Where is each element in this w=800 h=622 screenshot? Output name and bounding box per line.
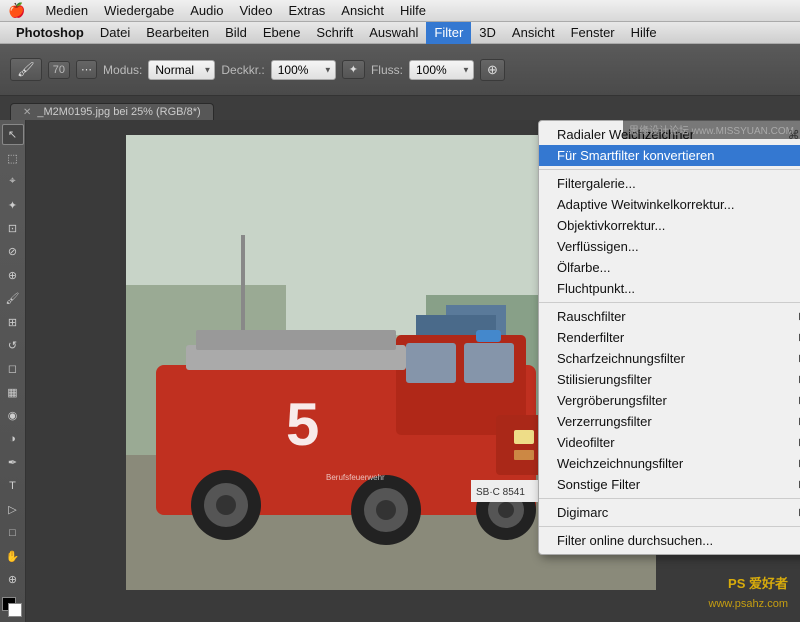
blur-tool[interactable]: ◉ [2, 405, 24, 426]
opacity-select[interactable]: 100% [271, 60, 336, 80]
zoom-tool[interactable]: ⊕ [2, 569, 24, 590]
text-tool[interactable]: T [2, 475, 24, 496]
menu-schrift[interactable]: Schrift [308, 22, 361, 44]
marquee-tool[interactable]: ⬚ [2, 147, 24, 168]
menu-audio[interactable]: Audio [182, 0, 231, 22]
pen-tool[interactable]: ✒ [2, 452, 24, 473]
filter-menu-section-5: Filter online durchsuchen... [539, 527, 800, 554]
gradient-tool[interactable]: ▦ [2, 382, 24, 403]
filter-item-rauschfilter[interactable]: Rauschfilter ▶ [539, 306, 800, 327]
tab-bar: ✕ _M2M0195.jpg bei 25% (RGB/8*) [0, 96, 800, 120]
brush-options-btn[interactable]: ⋯ [76, 60, 97, 79]
history-brush-tool[interactable]: ↺ [2, 335, 24, 356]
opacity-label: Deckkr.: [221, 63, 264, 77]
tab-close[interactable]: ✕ [23, 107, 31, 118]
ps-watermark: PS 爱好者 [728, 573, 788, 592]
menu-filter[interactable]: Filter [426, 22, 471, 44]
filter-menu-section-4: Digimarc ▶ [539, 499, 800, 527]
filter-item-sonstige[interactable]: Sonstige Filter ▶ [539, 474, 800, 495]
app-menubar[interactable]: Photoshop Datei Bearbeiten Bild Ebene Sc… [0, 22, 800, 44]
magic-wand-tool[interactable]: ✦ [2, 194, 24, 215]
flow-label: Fluss: [371, 63, 403, 77]
filter-dropdown-menu: Radialer Weichzeichner ⌘F Für Smartfilte… [538, 120, 800, 555]
filter-item-vergroeberung[interactable]: Vergröberungsfilter ▶ [539, 390, 800, 411]
filter-item-verfluessigen[interactable]: Verflüssigen... [539, 236, 800, 257]
move-tool[interactable]: ↖ [2, 124, 24, 145]
brush-tool[interactable]: 🖌 [2, 288, 24, 309]
app-name[interactable]: Photoshop [8, 22, 92, 44]
healing-tool[interactable]: ⊕ [2, 265, 24, 286]
filter-item-oelfarbe[interactable]: Ölfarbe... [539, 257, 800, 278]
filter-item-digimarc[interactable]: Digimarc ▶ [539, 502, 800, 523]
filter-menu-section-3: Rauschfilter ▶ Renderfilter ▶ Scharfzeic… [539, 303, 800, 499]
filter-item-fluchtpunkt[interactable]: Fluchtpunkt... [539, 278, 800, 299]
menu-3d[interactable]: 3D [471, 22, 504, 44]
dodge-tool[interactable]: ◑ [2, 429, 24, 450]
filter-item-smartfilter[interactable]: Für Smartfilter konvertieren [539, 145, 800, 166]
menu-hilfe[interactable]: Hilfe [392, 0, 434, 22]
flow-select-wrapper[interactable]: 100% [409, 60, 474, 80]
filter-item-videofilter[interactable]: Videofilter ▶ [539, 432, 800, 453]
menu-extras[interactable]: Extras [280, 0, 333, 22]
filter-item-objektiv[interactable]: Objektivkorrektur... [539, 215, 800, 236]
site-label: 思缘设计论坛 www.MISSYUAN.COM [623, 120, 800, 139]
svg-text:Berufsfeuerwehr: Berufsfeuerwehr [326, 473, 385, 482]
main-toolbar: 🖌 70 ⋯ Modus: Normal Deckkr.: 100% ✦ Flu… [0, 44, 800, 96]
mode-label: Modus: [103, 63, 142, 77]
filter-item-filtergalerie[interactable]: Filtergalerie... [539, 173, 800, 194]
mode-select[interactable]: Normal [148, 60, 215, 80]
main-area: 思缘设计论坛 www.MISSYUAN.COM ↖ ⬚ ⌖ ✦ ⊡ ⊘ ⊕ 🖌 … [0, 120, 800, 622]
lasso-tool[interactable]: ⌖ [2, 171, 24, 192]
opacity-airbrush-btn[interactable]: ✦ [342, 60, 365, 79]
filter-item-scharfzeichnung[interactable]: Scharfzeichnungsfilter ▶ [539, 348, 800, 369]
path-selection-tool[interactable]: ▷ [2, 499, 24, 520]
filter-item-verzerrung[interactable]: Verzerrungsfilter ▶ [539, 411, 800, 432]
mode-select-wrapper[interactable]: Normal [148, 60, 215, 80]
tab-title: _M2M0195.jpg bei 25% (RGB/8*) [37, 106, 200, 118]
filter-item-stilisierung[interactable]: Stilisierungsfilter ▶ [539, 369, 800, 390]
airbrush-btn[interactable]: ⊕ [480, 59, 505, 81]
menu-hilfe2[interactable]: Hilfe [623, 22, 665, 44]
filter-item-adaptive[interactable]: Adaptive Weitwinkelkorrektur... [539, 194, 800, 215]
eraser-tool[interactable]: ◻ [2, 358, 24, 379]
filter-item-renderfilter[interactable]: Renderfilter ▶ [539, 327, 800, 348]
clone-tool[interactable]: ⊞ [2, 311, 24, 332]
svg-text:SB·C 8541: SB·C 8541 [476, 487, 525, 498]
canvas-area: 5 SB·C 8541 Berufsfeue [26, 120, 800, 622]
brush-size-label: 70 [53, 64, 65, 76]
filter-menu-section-2: Filtergalerie... Adaptive Weitwinkelkorr… [539, 170, 800, 303]
apple-logo[interactable]: 🍎 [8, 2, 25, 19]
menu-ansicht[interactable]: Ansicht [333, 0, 392, 22]
eyedropper-tool[interactable]: ⊘ [2, 241, 24, 262]
shape-tool[interactable]: □ [2, 522, 24, 543]
menu-datei[interactable]: Datei [92, 22, 138, 44]
brush-tool-btn[interactable]: 🖌 [10, 58, 42, 81]
flow-select[interactable]: 100% [409, 60, 474, 80]
hand-tool[interactable]: ✋ [2, 546, 24, 567]
menu-ansicht2[interactable]: Ansicht [504, 22, 563, 44]
filter-item-weichzeichnung[interactable]: Weichzeichnungsfilter ▶ [539, 453, 800, 474]
menu-video[interactable]: Video [231, 0, 280, 22]
menu-bild[interactable]: Bild [217, 22, 255, 44]
filter-item-online[interactable]: Filter online durchsuchen... [539, 530, 800, 551]
toolbox: ↖ ⬚ ⌖ ✦ ⊡ ⊘ ⊕ 🖌 ⊞ ↺ ◻ ▦ ◉ ◑ ✒ T ▷ □ ✋ ⊕ [0, 120, 26, 622]
menu-medien[interactable]: Medien [37, 0, 96, 22]
opacity-select-wrapper[interactable]: 100% [271, 60, 336, 80]
menu-auswahl[interactable]: Auswahl [361, 22, 426, 44]
menu-wiedergabe[interactable]: Wiedergabe [96, 0, 182, 22]
menu-bearbeiten[interactable]: Bearbeiten [138, 22, 217, 44]
crop-tool[interactable]: ⊡ [2, 218, 24, 239]
menu-fenster[interactable]: Fenster [563, 22, 623, 44]
os-menubar[interactable]: 🍎 Medien Wiedergabe Audio Video Extras A… [0, 0, 800, 22]
menu-ebene[interactable]: Ebene [255, 22, 309, 44]
svg-text:5: 5 [286, 391, 319, 458]
image-tab[interactable]: ✕ _M2M0195.jpg bei 25% (RGB/8*) [10, 103, 214, 120]
